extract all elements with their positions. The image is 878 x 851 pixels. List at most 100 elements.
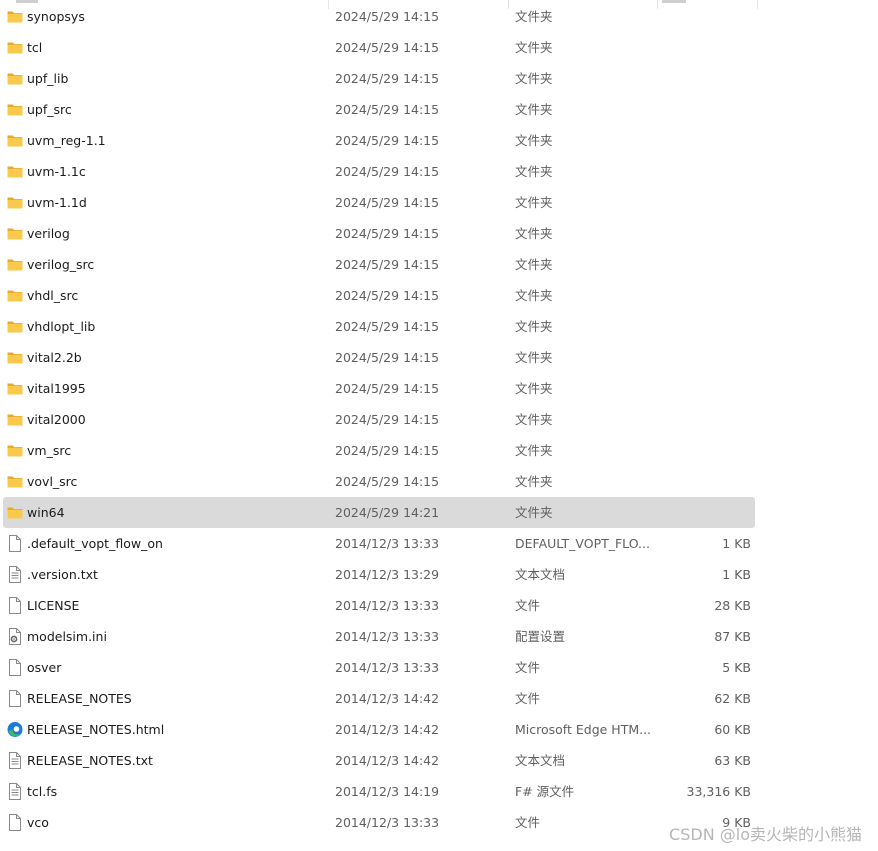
file-type: 文件夹 bbox=[515, 381, 553, 396]
file-row-synopsys[interactable]: synopsys 2024/5/29 14:15 文件夹 bbox=[3, 1, 755, 32]
file-type: 文件 bbox=[515, 660, 541, 675]
modified-date: 2014/12/3 14:19 bbox=[335, 784, 440, 799]
file-row-win64[interactable]: win64 2024/5/29 14:21 文件夹 bbox=[3, 497, 755, 528]
modified-date: 2014/12/3 13:33 bbox=[335, 660, 440, 675]
file-name: uvm_reg-1.1 bbox=[27, 133, 106, 148]
modified-date: 2024/5/29 14:15 bbox=[335, 226, 440, 241]
file-size: 62 KB bbox=[714, 691, 751, 706]
modified-date: 2014/12/3 14:42 bbox=[335, 722, 440, 737]
file-type: 文件夹 bbox=[515, 288, 553, 303]
file-row-upf-src[interactable]: upf_src 2024/5/29 14:15 文件夹 bbox=[3, 94, 755, 125]
file-row-release-notes-html[interactable]: RELEASE_NOTES.html 2014/12/3 14:42 Microso… bbox=[3, 714, 755, 745]
file-type: 文件夹 bbox=[515, 71, 553, 86]
blank-file-icon bbox=[7, 814, 23, 831]
folder-icon bbox=[7, 132, 23, 149]
file-name: vital2.2b bbox=[27, 350, 82, 365]
file-name: uvm-1.1d bbox=[27, 195, 87, 210]
file-row-tcl-fs[interactable]: tcl.fs 2014/12/3 14:19 F# 源文件 33,316 KB bbox=[3, 776, 755, 807]
file-row-uvm-1-1d[interactable]: uvm-1.1d 2024/5/29 14:15 文件夹 bbox=[3, 187, 755, 218]
modified-date: 2024/5/29 14:15 bbox=[335, 133, 440, 148]
modified-date: 2024/5/29 14:15 bbox=[335, 381, 440, 396]
file-type: 文件夹 bbox=[515, 164, 553, 179]
file-name: verilog_src bbox=[27, 257, 95, 272]
file-row-vhdlopt-lib[interactable]: vhdlopt_lib 2024/5/29 14:15 文件夹 bbox=[3, 311, 755, 342]
file-row-version-txt[interactable]: .version.txt 2014/12/3 13:29 文本文档 1 KB bbox=[3, 559, 755, 590]
modified-date: 2024/5/29 14:15 bbox=[335, 257, 440, 272]
modified-date: 2024/5/29 14:15 bbox=[335, 412, 440, 427]
modified-date: 2014/12/3 14:42 bbox=[335, 691, 440, 706]
file-row-osver[interactable]: osver 2014/12/3 13:33 文件 5 KB bbox=[3, 652, 755, 683]
folder-icon bbox=[7, 39, 23, 56]
file-type: 文件夹 bbox=[515, 350, 553, 365]
file-name: vco bbox=[27, 815, 49, 830]
file-row-vco[interactable]: vco 2014/12/3 13:33 文件 9 KB bbox=[3, 807, 755, 838]
file-type: 文件夹 bbox=[515, 257, 553, 272]
modified-date: 2014/12/3 13:33 bbox=[335, 629, 440, 644]
settings-file-icon bbox=[7, 628, 23, 645]
file-type: 文件夹 bbox=[515, 505, 553, 520]
file-row-vhdl-src[interactable]: vhdl_src 2024/5/29 14:15 文件夹 bbox=[3, 280, 755, 311]
folder-icon bbox=[7, 256, 23, 273]
file-row-verilog[interactable]: verilog 2024/5/29 14:15 文件夹 bbox=[3, 218, 755, 249]
modified-date: 2024/5/29 14:15 bbox=[335, 164, 440, 179]
file-name: LICENSE bbox=[27, 598, 80, 613]
folder-icon bbox=[7, 318, 23, 335]
file-row-vital2-2b[interactable]: vital2.2b 2024/5/29 14:15 文件夹 bbox=[3, 342, 755, 373]
file-row-uvm-reg-1-1[interactable]: uvm_reg-1.1 2024/5/29 14:15 文件夹 bbox=[3, 125, 755, 156]
folder-icon bbox=[7, 101, 23, 118]
file-row-verilog-src[interactable]: verilog_src 2024/5/29 14:15 文件夹 bbox=[3, 249, 755, 280]
folder-icon bbox=[7, 225, 23, 242]
folder-icon bbox=[7, 473, 23, 490]
modified-date: 2014/12/3 14:42 bbox=[335, 753, 440, 768]
modified-date: 2024/5/29 14:15 bbox=[335, 288, 440, 303]
file-size: 1 KB bbox=[722, 536, 751, 551]
folder-icon bbox=[7, 380, 23, 397]
folder-icon bbox=[7, 442, 23, 459]
folder-icon bbox=[7, 287, 23, 304]
blank-file-icon bbox=[7, 690, 23, 707]
file-name: verilog bbox=[27, 226, 70, 241]
modified-date: 2024/5/29 14:15 bbox=[335, 102, 440, 117]
file-type: 文本文档 bbox=[515, 753, 566, 768]
blank-file-icon bbox=[7, 597, 23, 614]
file-size: 5 KB bbox=[722, 660, 751, 675]
file-name: osver bbox=[27, 660, 62, 675]
file-type: 文件 bbox=[515, 691, 541, 706]
file-size: 1 KB bbox=[722, 567, 751, 582]
modified-date: 2014/12/3 13:29 bbox=[335, 567, 440, 582]
file-list: synopsys 2024/5/29 14:15 文件夹 tcl 2024/5/29 1… bbox=[0, 1, 878, 838]
file-size: 87 KB bbox=[714, 629, 751, 644]
file-row-default-vopt-flow-on[interactable]: .default_vopt_flow_on 2014/12/3 13:33 DEFA… bbox=[3, 528, 755, 559]
file-name: vhdlopt_lib bbox=[27, 319, 96, 334]
blank-file-icon bbox=[7, 659, 23, 676]
file-type: 文件夹 bbox=[515, 412, 553, 427]
file-row-modelsim-ini[interactable]: modelsim.ini 2014/12/3 13:33 配置设置 87 KB bbox=[3, 621, 755, 652]
modified-date: 2024/5/29 14:15 bbox=[335, 71, 440, 86]
file-name: vm_src bbox=[27, 443, 72, 458]
file-row-uvm-1-1c[interactable]: uvm-1.1c 2024/5/29 14:15 文件夹 bbox=[3, 156, 755, 187]
modified-date: 2014/12/3 13:33 bbox=[335, 598, 440, 613]
modified-date: 2024/5/29 14:15 bbox=[335, 474, 440, 489]
file-name: tcl.fs bbox=[27, 784, 58, 799]
file-row-vm-src[interactable]: vm_src 2024/5/29 14:15 文件夹 bbox=[3, 435, 755, 466]
file-row-license[interactable]: LICENSE 2014/12/3 13:33 文件 28 KB bbox=[3, 590, 755, 621]
folder-icon bbox=[7, 504, 23, 521]
folder-icon bbox=[7, 163, 23, 180]
modified-date: 2024/5/29 14:15 bbox=[335, 443, 440, 458]
file-type: 文件夹 bbox=[515, 226, 553, 241]
file-row-vital1995[interactable]: vital1995 2024/5/29 14:15 文件夹 bbox=[3, 373, 755, 404]
file-type: 文件 bbox=[515, 815, 541, 830]
file-row-upf-lib[interactable]: upf_lib 2024/5/29 14:15 文件夹 bbox=[3, 63, 755, 94]
file-name: vovl_src bbox=[27, 474, 78, 489]
file-row-vital2000[interactable]: vital2000 2024/5/29 14:15 文件夹 bbox=[3, 404, 755, 435]
file-row-release-notes-txt[interactable]: RELEASE_NOTES.txt 2014/12/3 14:42 文本文档 63 K… bbox=[3, 745, 755, 776]
file-type: 文件夹 bbox=[515, 102, 553, 117]
file-type: 文件夹 bbox=[515, 9, 553, 24]
file-type: 文本文档 bbox=[515, 567, 566, 582]
file-row-tcl[interactable]: tcl 2024/5/29 14:15 文件夹 bbox=[3, 32, 755, 63]
file-name: vhdl_src bbox=[27, 288, 79, 303]
file-row-release-notes[interactable]: RELEASE_NOTES 2014/12/3 14:42 文件 62 KB bbox=[3, 683, 755, 714]
file-row-vovl-src[interactable]: vovl_src 2024/5/29 14:15 文件夹 bbox=[3, 466, 755, 497]
file-name: upf_src bbox=[27, 102, 72, 117]
file-name: .version.txt bbox=[27, 567, 98, 582]
